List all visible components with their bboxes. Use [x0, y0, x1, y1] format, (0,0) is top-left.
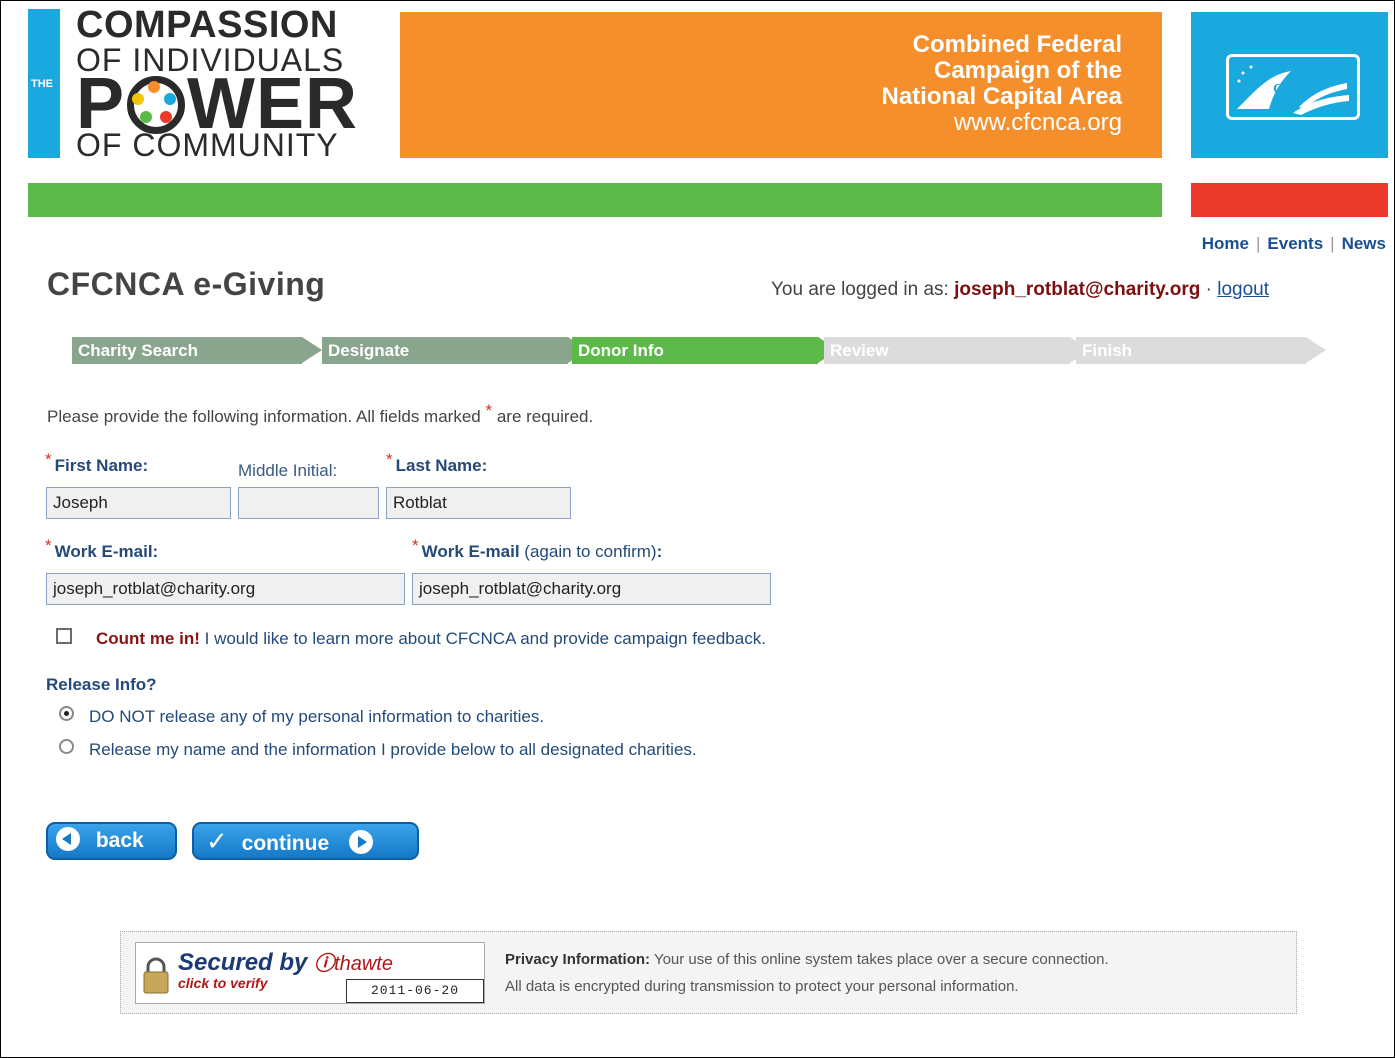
nav-home-link[interactable]: Home	[1202, 234, 1249, 253]
login-dot: ·	[1205, 279, 1212, 300]
work-email-confirm-colon: :	[656, 542, 663, 561]
work-email-label: * Work E-mail:	[45, 536, 159, 562]
logo-compassion: COMPASSION	[76, 4, 338, 46]
required-star: *	[485, 401, 493, 420]
top-nav: Home | Events | News	[1202, 234, 1386, 254]
work-email-label-text: Work E-mail:	[54, 542, 159, 561]
privacy-text-2: All data is encrypted during transmissio…	[505, 978, 1019, 995]
seal-title-text: Secured by	[178, 949, 308, 976]
cfc-logo-icon: CFC	[1226, 54, 1360, 120]
cfc-title: Combined Federal Campaign of the Nationa…	[881, 32, 1122, 136]
last-name-label-text: Last Name:	[395, 456, 488, 475]
seal-date: 2011-06-20	[346, 979, 484, 1003]
instructions-before: Please provide the following information…	[47, 407, 481, 426]
login-prefix: You are logged in as:	[771, 279, 949, 300]
back-button[interactable]: back	[46, 822, 177, 860]
seal-title: Secured by ⓘthawte	[178, 947, 393, 977]
release-all-label: Release my name and the information I pr…	[89, 740, 697, 759]
green-stripe	[28, 183, 1162, 217]
security-footer: Secured by ⓘthawte click to verify 2011-…	[120, 931, 1297, 1014]
step-donor-info: Donor Info	[572, 337, 838, 364]
work-email-confirm-label-text: Work E-mail	[421, 542, 520, 561]
last-name-input[interactable]: Rotblat	[386, 487, 571, 519]
progress-steps: Charity Search Designate Donor Info Revi…	[72, 337, 1332, 364]
login-status: You are logged in as: joseph_rotblat@cha…	[771, 279, 1269, 301]
release-all-radio[interactable]	[59, 739, 74, 754]
thawte-logo-icon: ⓘ	[314, 953, 335, 975]
required-star: *	[45, 450, 52, 469]
page-title: CFCNCA e-Giving	[47, 266, 326, 302]
nav-separator: |	[1255, 234, 1261, 253]
arrow-left-icon	[56, 827, 80, 851]
count-me-in-text: Count me in! I would like to learn more …	[96, 629, 766, 649]
work-email-confirm-input[interactable]: joseph_rotblat@charity.org	[412, 573, 771, 605]
middle-initial-input[interactable]	[238, 487, 379, 519]
click-to-verify: click to verify	[178, 975, 268, 991]
privacy-label: Privacy Information:	[505, 951, 651, 968]
work-email-input[interactable]: joseph_rotblat@charity.org	[46, 573, 405, 605]
back-button-label: back	[95, 829, 144, 852]
cfc-title-line3: National Capital Area	[881, 83, 1122, 110]
logout-link[interactable]: logout	[1217, 279, 1269, 300]
first-name-input[interactable]: Joseph	[46, 487, 231, 519]
work-email-confirm-note: (again to confirm)	[524, 542, 657, 561]
red-stripe	[1191, 183, 1388, 217]
continue-button[interactable]: ✓ continue	[192, 822, 419, 860]
cfc-url: www.cfcnca.org	[953, 109, 1122, 136]
count-me-in-desc: I would like to learn more about CFCNCA …	[204, 629, 766, 648]
release-info-heading: Release Info?	[46, 675, 157, 694]
count-me-in-bold: Count me in!	[96, 629, 200, 648]
instructions-after: are required.	[496, 407, 594, 426]
step-charity-search: Charity Search	[72, 337, 322, 364]
padlock-icon	[143, 957, 169, 994]
release-do-not-radio[interactable]	[59, 706, 74, 721]
logo-the-text: THE	[31, 78, 53, 90]
checkmark-icon: ✓	[206, 826, 228, 856]
logo-community: OF COMMUNITY	[76, 127, 339, 163]
step-review: Review	[824, 337, 1090, 364]
nav-separator: |	[1330, 234, 1335, 253]
first-name-label-text: First Name:	[54, 456, 149, 475]
privacy-info: Privacy Information: Your use of this on…	[505, 946, 1109, 1000]
cfc-badge-text: CFC	[1273, 82, 1302, 97]
continue-button-label: continue	[241, 832, 330, 855]
cfc-logo-box: CFC	[1191, 12, 1388, 158]
step-finish: Finish	[1076, 337, 1326, 364]
arrow-right-icon	[348, 830, 373, 854]
required-star: *	[45, 536, 52, 555]
people-circle-icon	[127, 76, 186, 134]
instructions: Please provide the following information…	[47, 401, 594, 427]
count-me-in-checkbox[interactable]	[56, 628, 72, 644]
nav-news-link[interactable]: News	[1342, 234, 1386, 253]
cfc-title-line1: Combined Federal	[912, 31, 1122, 58]
middle-initial-label: Middle Initial:	[238, 461, 338, 480]
logged-in-user: joseph_rotblat@charity.org	[954, 279, 1201, 300]
last-name-label: * Last Name:	[386, 450, 488, 476]
release-do-not-label: DO NOT release any of my personal inform…	[89, 707, 545, 726]
first-name-label: * First Name:	[45, 450, 149, 476]
thawte-seal[interactable]: Secured by ⓘthawte click to verify 2011-…	[135, 942, 485, 1004]
work-email-confirm-label: * Work E-mail (again to confirm):	[412, 536, 663, 562]
required-star: *	[386, 450, 393, 469]
cfc-title-band: Combined Federal Campaign of the Nationa…	[400, 12, 1162, 158]
cfc-title-line2: Campaign of the	[933, 57, 1122, 84]
nav-events-link[interactable]: Events	[1267, 234, 1323, 253]
thawte-brand: thawte	[334, 953, 393, 975]
step-designate: Designate	[322, 337, 588, 364]
privacy-text-1: Your use of this online system takes pla…	[653, 951, 1109, 968]
required-star: *	[412, 536, 419, 555]
